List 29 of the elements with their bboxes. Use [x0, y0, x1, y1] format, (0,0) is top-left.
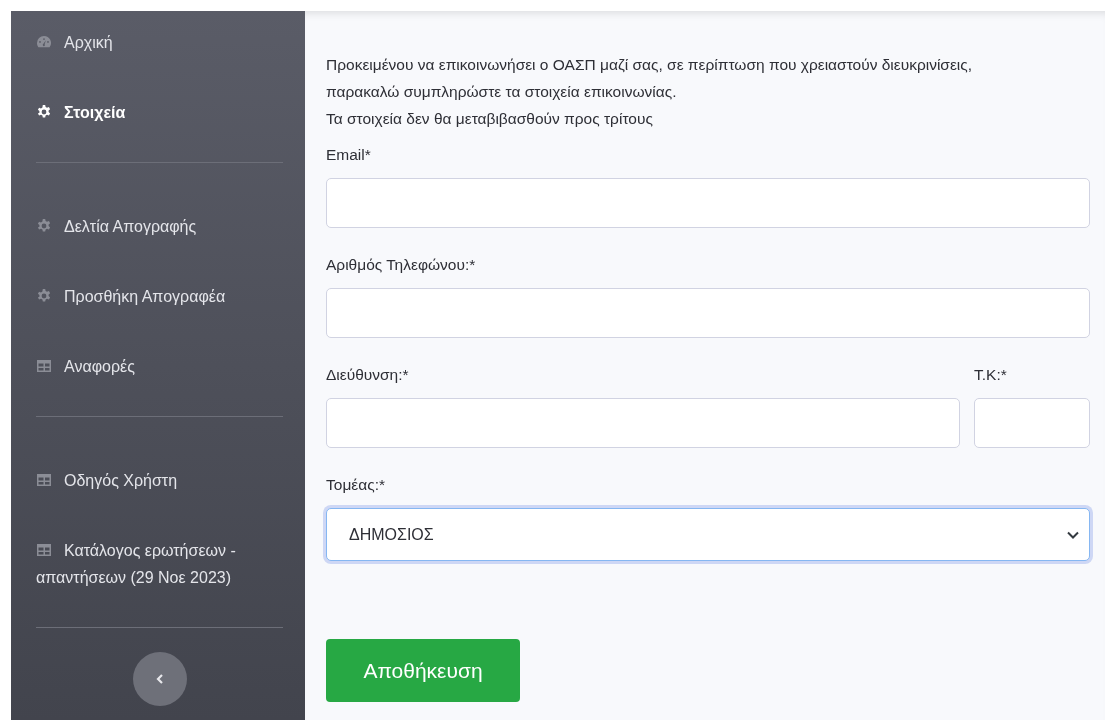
sidebar-item[interactable]: Αρχική — [36, 29, 283, 99]
gauge-icon — [36, 34, 52, 50]
sidebar-item[interactable]: Δελτία Απογραφής — [36, 213, 283, 283]
gear-icon — [36, 218, 52, 234]
sidebar-item[interactable]: Οδηγός Χρήστη — [36, 467, 283, 537]
sidebar-toggle-button[interactable] — [132, 652, 187, 706]
intro-text: Τα στοιχεία δεν θα μεταβιβασθούν προς τρίτους — [326, 109, 654, 129]
phone-input[interactable] — [326, 288, 1090, 338]
sidebar-item[interactable]: Προσθήκη Απογραφέα — [36, 283, 283, 353]
sidebar-item[interactable]: Κατάλογος ερωτήσεων - απαντήσεων (29 Νοε 2023) — [36, 537, 283, 634]
gear-icon — [36, 288, 52, 304]
field-label: Διεύθυνση:* — [326, 366, 410, 384]
chevron-left-icon — [155, 674, 164, 684]
table-icon — [36, 542, 52, 558]
field-label: Email* — [326, 146, 372, 164]
gear-icon — [36, 104, 52, 120]
field-label: Αριθμός Τηλεφώνου:* — [326, 256, 477, 274]
postcode-input[interactable] — [974, 398, 1090, 448]
table-icon — [36, 472, 52, 488]
sidebar-item[interactable]: Στοιχεία — [36, 99, 283, 169]
email-input[interactable] — [326, 178, 1090, 228]
chevron-down-icon — [1067, 530, 1079, 539]
field-label: Τ.Κ:* — [974, 366, 1008, 384]
table-icon — [36, 358, 52, 374]
sidebar-item[interactable]: Αναφορές — [36, 353, 283, 423]
intro-text: Προκειμένου να επικοινωνήσει ο ΟΑΣΠ μαζί σας, σε περίπτωση που χρειαστούν διευκρινίσεις, παρακαλώ συμπληρώστε τα στοιχεία επικοινωνίας. — [326, 55, 974, 102]
address-input[interactable] — [326, 398, 960, 448]
sector-select[interactable]: ΔΗΜΟΣΙΟΣ — [326, 508, 1090, 561]
field-label: Τομέας:* — [326, 476, 386, 494]
